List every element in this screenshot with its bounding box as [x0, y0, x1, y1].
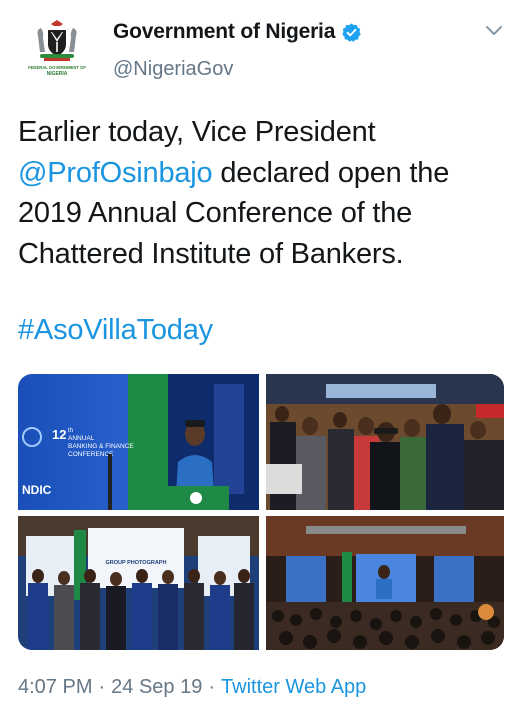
mention-link[interactable]: @ProfOsinbajo	[18, 157, 213, 189]
author-name-row: Government of Nigeria	[113, 20, 362, 44]
photo-podium[interactable]: 12 th ANNUAL BANKING & FINANCE CONFERENC…	[18, 374, 259, 510]
tweet-meta: 4:07 PM · 24 Sep 19 · Twitter Web App	[18, 676, 366, 699]
ndic-logo: NDIC	[22, 483, 52, 497]
tweet-source-link[interactable]: Twitter Web App	[221, 676, 366, 699]
tweet-line: Earlier today, Vice President	[18, 116, 376, 148]
banner-line3: CONFERENCE	[68, 451, 114, 458]
verified-badge-icon	[342, 22, 361, 42]
avatar-caption-top: FEDERAL GOVERNMENT OF	[28, 65, 86, 70]
photo-group[interactable]: GROUP PHOTOGRAPH	[18, 516, 259, 650]
meta-separator: ·	[98, 676, 106, 698]
banner-line2: BANKING & FINANCE	[68, 443, 134, 450]
meta-separator: ·	[208, 676, 216, 698]
chevron-down-icon[interactable]	[484, 24, 504, 38]
hashtag-link[interactable]: #AsoVillaToday	[18, 314, 213, 347]
avatar-caption-bottom: NIGERIA	[47, 71, 68, 77]
coat-of-arms-icon: FEDERAL GOVERNMENT OF NIGERIA	[24, 14, 90, 80]
photo-crowd[interactable]	[266, 374, 504, 510]
banner-line1: ANNUAL	[68, 435, 95, 442]
tweet-time[interactable]: 4:07 PM	[18, 676, 92, 699]
tweet-line: 2019 Annual Conference of the	[18, 197, 413, 229]
tweet-line-rest: declared open the	[212, 156, 450, 189]
tweet-date[interactable]: 24 Sep 19	[111, 676, 202, 699]
tweet-header: FEDERAL GOVERNMENT OF NIGERIA Government…	[0, 0, 522, 96]
author-handle[interactable]: @NigeriaGov	[113, 58, 233, 81]
group-photo-screen: GROUP PHOTOGRAPH	[106, 560, 167, 566]
avatar[interactable]: FEDERAL GOVERNMENT OF NIGERIA	[24, 14, 90, 80]
banner-number: 12	[52, 427, 66, 442]
banner-sup: th	[68, 428, 73, 434]
tweet-line: @ProfOsinbajo declared open the	[18, 153, 508, 194]
author-name[interactable]: Government of Nigeria	[113, 20, 335, 44]
media-grid: 12 th ANNUAL BANKING & FINANCE CONFERENC…	[18, 374, 504, 650]
tweet-body: Earlier today, Vice President @ProfOsinb…	[18, 112, 508, 274]
photo-hall[interactable]	[266, 516, 504, 650]
tweet-line: Chattered Institute of Bankers.	[18, 237, 404, 270]
